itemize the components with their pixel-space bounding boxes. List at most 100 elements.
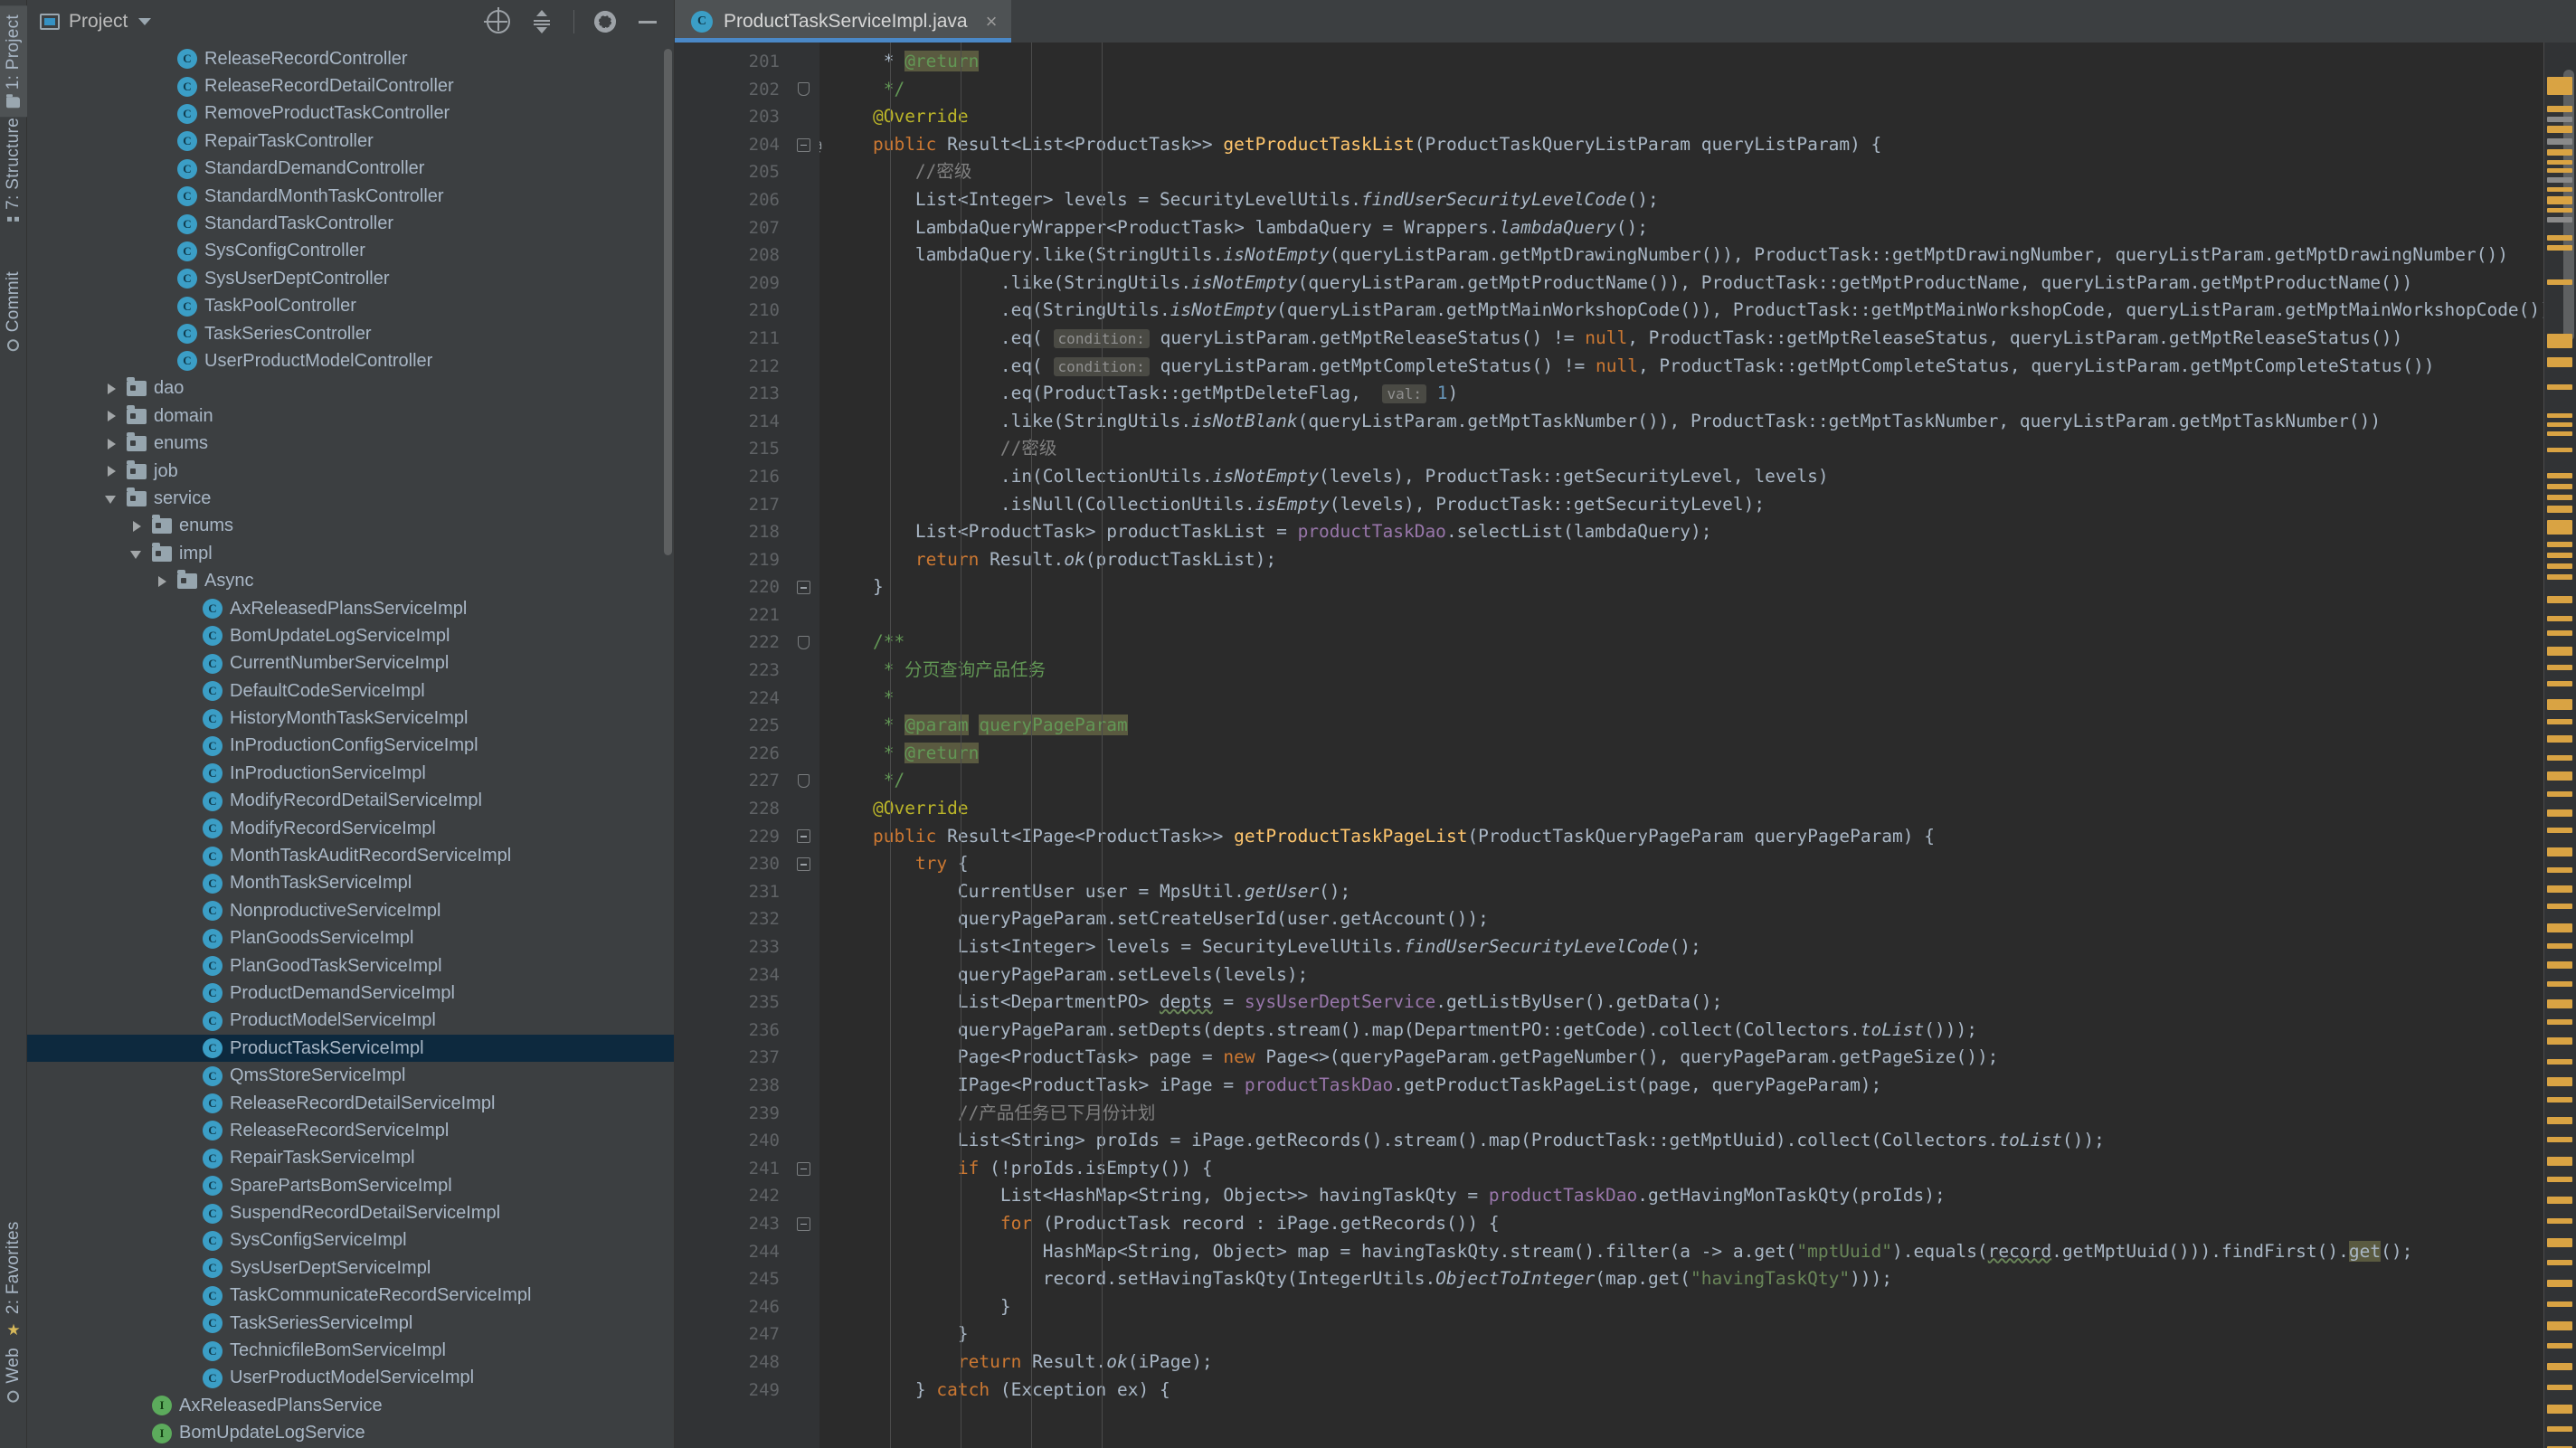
error-stripe-mark[interactable] xyxy=(2547,999,2572,1008)
error-stripe-mark[interactable] xyxy=(2547,413,2572,418)
fold-marker[interactable] xyxy=(787,241,819,270)
code-line[interactable]: queryPageParam.setCreateUserId(user.getA… xyxy=(830,905,2543,933)
fold-marker[interactable] xyxy=(787,933,819,961)
error-stripe-mark[interactable] xyxy=(2547,217,2572,222)
error-stripe-mark[interactable] xyxy=(2547,681,2572,686)
tree-node[interactable]: C PlanGoodsServiceImpl xyxy=(27,925,674,952)
tree-node[interactable]: C ReleaseRecordDetailController xyxy=(27,72,674,99)
error-stripe-mark[interactable] xyxy=(2547,1363,2572,1370)
code-line[interactable]: List<DepartmentPO> depts = sysUserDeptSe… xyxy=(830,989,2543,1017)
fold-marker[interactable] xyxy=(787,76,819,104)
code-line[interactable]: LambdaQueryWrapper<ProductTask> lambdaQu… xyxy=(830,214,2543,242)
error-stripe-mark[interactable] xyxy=(2547,943,2572,949)
error-stripe-mark[interactable] xyxy=(2547,1037,2572,1045)
line-number[interactable]: 225 xyxy=(675,712,787,740)
line-number[interactable]: 242 xyxy=(675,1182,787,1210)
fold-doc-icon[interactable] xyxy=(797,636,810,650)
fold-marker[interactable] xyxy=(787,767,819,795)
tree-node[interactable]: C QmsStoreServiceImpl xyxy=(27,1062,674,1089)
code-line[interactable]: List<HashMap<String, Object>> havingTask… xyxy=(830,1182,2543,1210)
fold-marker[interactable] xyxy=(787,795,819,823)
chevron-right-icon[interactable] xyxy=(128,518,145,535)
tree-node[interactable]: Async xyxy=(27,567,674,594)
fold-marker[interactable] xyxy=(787,1044,819,1072)
error-stripe-mark[interactable] xyxy=(2547,542,2572,547)
error-stripe-mark[interactable] xyxy=(2547,1137,2572,1142)
line-number[interactable]: 228 xyxy=(675,795,787,823)
fold-marker[interactable] xyxy=(787,601,819,629)
error-stripe-mark[interactable] xyxy=(2547,1405,2572,1414)
fold-marker[interactable] xyxy=(787,657,819,685)
line-number[interactable]: 227 xyxy=(675,767,787,795)
line-number[interactable]: 235 xyxy=(675,989,787,1017)
fold-marker[interactable] xyxy=(787,325,819,353)
line-number[interactable]: 201 xyxy=(675,48,787,76)
tree-node[interactable]: C MonthTaskAuditRecordServiceImpl xyxy=(27,842,674,869)
chevron-right-icon[interactable] xyxy=(103,463,119,479)
code-line[interactable]: try { xyxy=(830,850,2543,878)
line-number[interactable]: 212 xyxy=(675,353,787,381)
line-number[interactable]: 214 xyxy=(675,408,787,436)
tree-node[interactable]: C ReleaseRecordServiceImpl xyxy=(27,1117,674,1144)
tree-node[interactable]: C SuspendRecordDetailServiceImpl xyxy=(27,1199,674,1226)
tree-node[interactable]: C SysUserDeptController xyxy=(27,265,674,292)
tree-node[interactable]: C MonthTaskServiceImpl xyxy=(27,870,674,897)
code-line[interactable]: lambdaQuery.like(StringUtils.isNotEmpty(… xyxy=(830,241,2543,270)
fold-marker[interactable] xyxy=(787,491,819,519)
tree-node[interactable]: service xyxy=(27,485,674,512)
code-line[interactable]: .eq( condition: queryListParam.getMptCom… xyxy=(830,353,2543,381)
error-stripe-mark[interactable] xyxy=(2547,106,2572,112)
code-line[interactable]: record.setHavingTaskQty(IntegerUtils.Obj… xyxy=(830,1265,2543,1293)
code-line[interactable]: .like(StringUtils.isNotBlank(queryListPa… xyxy=(830,408,2543,436)
code-line[interactable]: List<ProductTask> productTaskList = prod… xyxy=(830,518,2543,546)
code-line[interactable]: * @return xyxy=(830,48,2543,76)
fold-marker[interactable] xyxy=(787,685,819,713)
code-line[interactable]: public Result<IPage<ProductTask>> getPro… xyxy=(830,823,2543,851)
tree-node[interactable]: C UserProductModelController xyxy=(27,347,674,374)
error-stripe-mark[interactable] xyxy=(2547,630,2572,636)
fold-collapse-icon[interactable] xyxy=(796,857,810,872)
line-number[interactable]: 239 xyxy=(675,1100,787,1128)
tree-node[interactable]: C SysConfigController xyxy=(27,238,674,265)
tree-node[interactable]: C RemoveProductTaskController xyxy=(27,100,674,128)
line-number[interactable]: 240 xyxy=(675,1127,787,1155)
error-stripe-mark[interactable] xyxy=(2547,1426,2572,1432)
tree-node[interactable]: C SparePartsBomServiceImpl xyxy=(27,1172,674,1199)
fold-marker[interactable] xyxy=(787,1100,819,1128)
error-stripe-mark[interactable] xyxy=(2547,1059,2572,1065)
line-number[interactable]: 216 xyxy=(675,463,787,491)
tree-node[interactable]: C ProductModelServiceImpl xyxy=(27,1008,674,1035)
error-stripe-mark[interactable] xyxy=(2547,1218,2572,1224)
error-stripe[interactable] xyxy=(2543,43,2576,1448)
line-number[interactable]: 208 xyxy=(675,241,787,270)
code-line[interactable]: public Result<List<ProductTask>> getProd… xyxy=(830,131,2543,159)
fold-marker[interactable] xyxy=(787,1377,819,1405)
error-stripe-mark[interactable] xyxy=(2547,904,2572,909)
fold-collapse-icon[interactable] xyxy=(796,829,810,844)
gear-icon[interactable] xyxy=(594,11,616,33)
fold-doc-icon[interactable] xyxy=(797,82,810,97)
code-line[interactable]: //密级 xyxy=(830,435,2543,463)
error-stripe-mark[interactable] xyxy=(2547,473,2572,478)
fold-marker[interactable] xyxy=(787,573,819,601)
error-stripe-mark[interactable] xyxy=(2547,1385,2572,1390)
fold-marker[interactable] xyxy=(787,408,819,436)
fold-marker[interactable] xyxy=(787,158,819,186)
line-number[interactable]: 213 xyxy=(675,380,787,408)
fold-marker[interactable] xyxy=(787,380,819,408)
tree-node[interactable]: C InProductionConfigServiceImpl xyxy=(27,733,674,760)
tree-node[interactable]: impl xyxy=(27,540,674,567)
error-stripe-mark[interactable] xyxy=(2547,885,2572,893)
error-stripe-mark[interactable] xyxy=(2547,160,2572,165)
tree-node[interactable]: C SysConfigServiceImpl xyxy=(27,1227,674,1254)
error-stripe-mark[interactable] xyxy=(2547,484,2572,489)
fold-marker[interactable] xyxy=(787,905,819,933)
code-line[interactable]: queryPageParam.setLevels(levels); xyxy=(830,961,2543,989)
error-stripe-mark[interactable] xyxy=(2547,771,2572,781)
rail-button-structure[interactable]: 7: Structure xyxy=(0,109,27,239)
error-stripe-mark[interactable] xyxy=(2547,431,2572,436)
line-number[interactable]: 229●↑ xyxy=(675,823,803,851)
error-stripe-mark[interactable] xyxy=(2547,1343,2572,1349)
chevron-down-icon[interactable] xyxy=(128,545,145,562)
error-stripe-mark[interactable] xyxy=(2547,981,2572,987)
